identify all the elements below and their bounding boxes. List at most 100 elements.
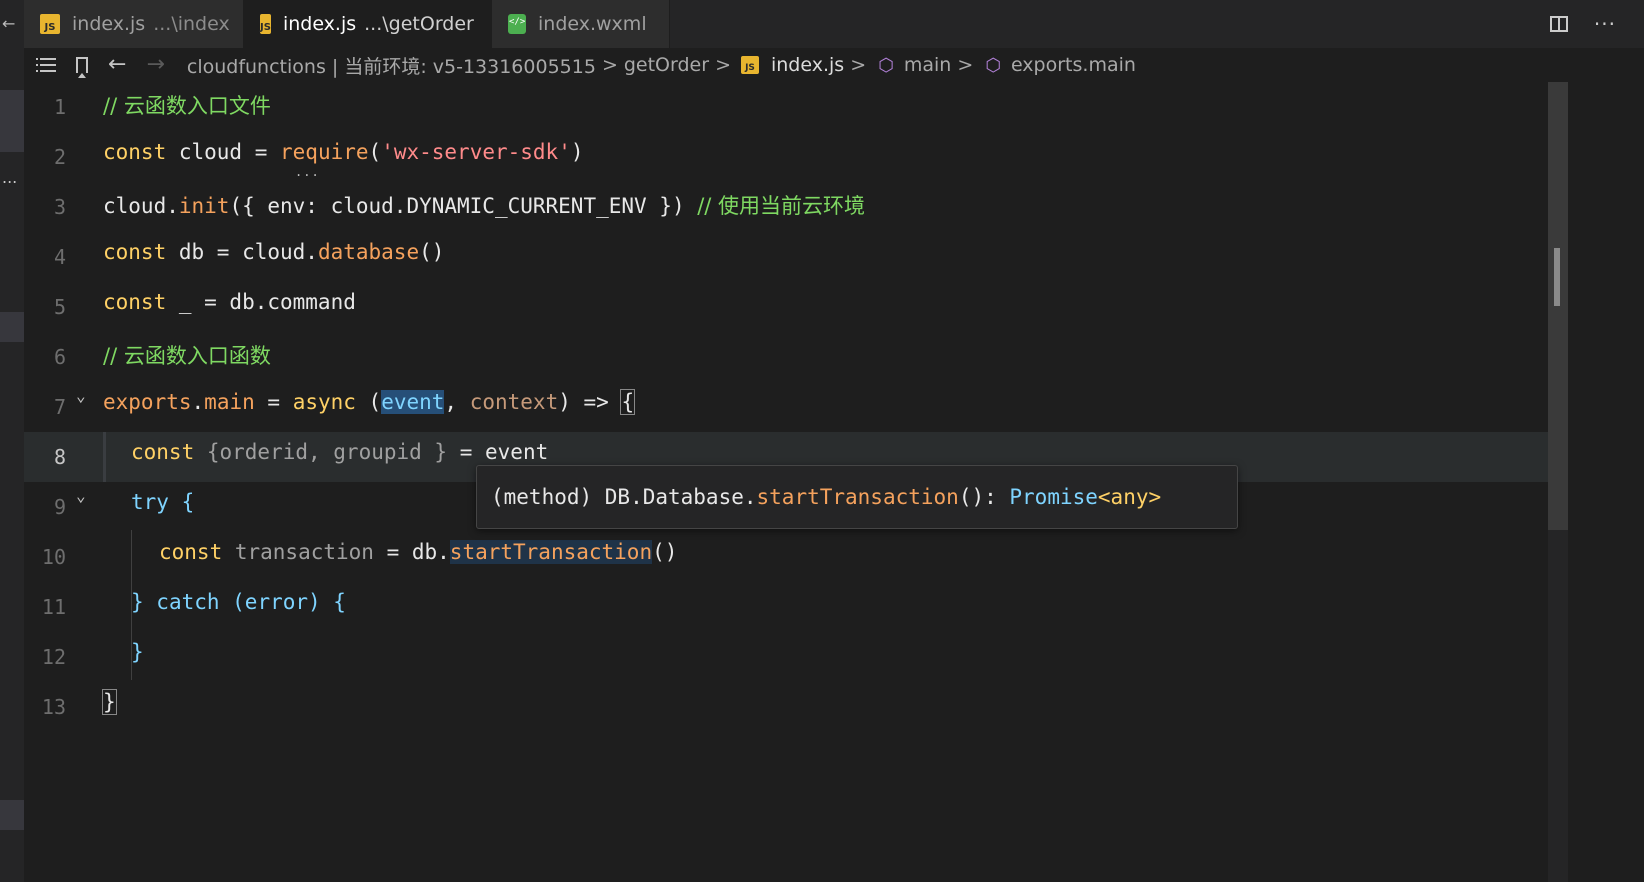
tab-label: index.wxml <box>538 13 647 35</box>
fold-chevron-icon[interactable]: ⌄ <box>76 386 86 405</box>
fold-chevron-icon[interactable]: ⌄ <box>76 486 86 505</box>
line-number: 1 <box>53 95 66 119</box>
code-text: cloud. <box>103 194 179 218</box>
current-line-marker <box>103 432 106 482</box>
code-function-highlight: startTransaction <box>449 540 653 564</box>
code-identifier: main <box>204 390 255 414</box>
bookmark-icon[interactable] <box>76 57 88 78</box>
code-text: = event <box>459 440 549 464</box>
code-text: ( <box>355 390 382 414</box>
js-file-icon: JS <box>40 14 60 34</box>
tooltip-type: Promise <box>1009 485 1098 509</box>
nav-back-icon[interactable]: ← <box>108 54 126 76</box>
breadcrumb-tools: ← → <box>24 54 165 78</box>
more-actions-icon[interactable]: ··· <box>1594 12 1616 36</box>
tab-index-wxml[interactable]: index.wxml <box>492 0 670 48</box>
ellipsis-label: ... <box>2 168 18 187</box>
breadcrumb-symbol-main[interactable]: main <box>904 54 951 76</box>
breadcrumb-root[interactable]: cloudfunctions | 当前环境: v5-13316005515 <box>187 52 596 79</box>
hint-dots-icon[interactable]: ... <box>295 165 320 179</box>
tab-path: ...\getOrder <box>364 13 474 35</box>
code-text: ) <box>570 140 584 164</box>
code-text: ( <box>368 140 382 164</box>
code-text: () <box>652 540 678 564</box>
line-number: 5 <box>53 295 66 319</box>
code-line-11[interactable]: 11 } catch (error) { <box>24 582 1620 632</box>
breadcrumb-separator: > <box>601 54 618 76</box>
back-arrow-icon[interactable]: ← <box>2 14 15 33</box>
code-keyword: const <box>159 540 223 564</box>
line-number: 4 <box>53 245 66 269</box>
bracket-match: { <box>620 389 636 415</box>
code-line-1[interactable]: 1 // 云函数入口文件 <box>24 82 1620 132</box>
code-keyword: const <box>103 240 167 264</box>
code-function: require <box>280 140 369 164</box>
breadcrumb-folder[interactable]: getOrder <box>624 54 709 76</box>
code-function: database <box>317 240 420 264</box>
breadcrumb: ← → cloudfunctions | 当前环境: v5-1331600551… <box>24 48 1644 82</box>
code-comment: // 使用当前云环境 <box>697 194 866 218</box>
code-line-2[interactable]: 2 const cloud = require('wx-server-sdk')… <box>24 132 1620 182</box>
tab-path: ...\index <box>153 13 230 35</box>
editor-right-edge <box>1568 82 1644 882</box>
code-param: context <box>469 390 559 414</box>
nav-forward-icon[interactable]: → <box>146 54 164 76</box>
code-text: , <box>444 390 470 414</box>
code-keyword: const <box>131 440 195 464</box>
code-keyword: const <box>103 140 167 164</box>
line-number: 6 <box>53 345 66 369</box>
code-line-4[interactable]: 4 const db = cloud.database() <box>24 232 1620 282</box>
code-line-10[interactable]: 10 const transaction = db.startTransacti… <box>24 532 1620 582</box>
line-number: 11 <box>41 595 66 619</box>
scrollbar-thumb[interactable] <box>1548 82 1568 530</box>
split-editor-icon[interactable] <box>1549 16 1568 32</box>
line-number: 12 <box>41 645 66 669</box>
code-text: = <box>254 390 293 414</box>
code-text: ) => <box>558 390 622 414</box>
code-identifier: exports <box>103 390 192 414</box>
tab-index-js-getorder[interactable]: JS index.js ...\getOrder <box>244 0 492 48</box>
code-keyword: catch <box>156 590 220 614</box>
tab-actions: ··· <box>1549 0 1616 48</box>
code-line-5[interactable]: 5 const _ = db.command <box>24 282 1620 332</box>
line-number: 2 <box>53 145 66 169</box>
wxml-file-icon <box>508 14 526 34</box>
line-number: 10 <box>41 545 66 569</box>
code-line-6[interactable]: 6 // 云函数入口函数 <box>24 332 1620 382</box>
code-keyword: try <box>131 490 169 514</box>
strip-marker <box>0 800 24 830</box>
line-number: 7 <box>53 395 66 419</box>
tab-label: index.js <box>282 13 357 35</box>
method-cube-icon: ⬡ <box>985 54 1001 76</box>
code-text: () <box>419 240 445 264</box>
code-string: 'wx-server-sdk' <box>381 140 571 164</box>
strip-marker <box>0 90 24 152</box>
code-text: {orderid, groupid } <box>194 440 460 464</box>
breadcrumb-separator: > <box>715 54 731 76</box>
code-text: _ = db.command <box>166 290 356 314</box>
tooltip-method: startTransaction <box>756 485 959 509</box>
js-file-icon: JS <box>260 14 271 34</box>
code-text: cloud = <box>166 140 281 164</box>
breadcrumb-separator: > <box>850 54 867 76</box>
code-keyword: const <box>103 290 167 314</box>
code-function: init <box>178 194 230 218</box>
code-text: } <box>131 590 157 614</box>
line-number: 13 <box>41 695 66 719</box>
code-keyword: async <box>292 390 356 414</box>
line-number: 3 <box>53 195 66 219</box>
bracket-match: } <box>102 689 117 715</box>
code-param-highlight: event <box>381 390 445 414</box>
tooltip-signature: (method) DB.Database. <box>491 485 757 509</box>
tooltip-signature: (): <box>958 485 1010 509</box>
hover-tooltip: (method) DB.Database. startTransaction ():… <box>476 465 1238 529</box>
code-line-12[interactable]: 12 } <box>24 632 1620 682</box>
code-line-7[interactable]: 7 ⌄ exports.main = async (event, context… <box>24 382 1620 432</box>
code-line-13[interactable]: 13 } <box>24 682 1620 732</box>
code-line-3[interactable]: 3 cloud.init({ env: cloud.DYNAMIC_CURREN… <box>24 182 1620 232</box>
breadcrumb-separator: > <box>957 54 974 76</box>
tab-index-js-index[interactable]: JS index.js ...\index <box>24 0 244 48</box>
outline-list-icon[interactable] <box>36 58 56 72</box>
breadcrumb-file[interactable]: index.js <box>771 54 844 76</box>
breadcrumb-symbol-exports-main[interactable]: exports.main <box>1011 54 1136 76</box>
